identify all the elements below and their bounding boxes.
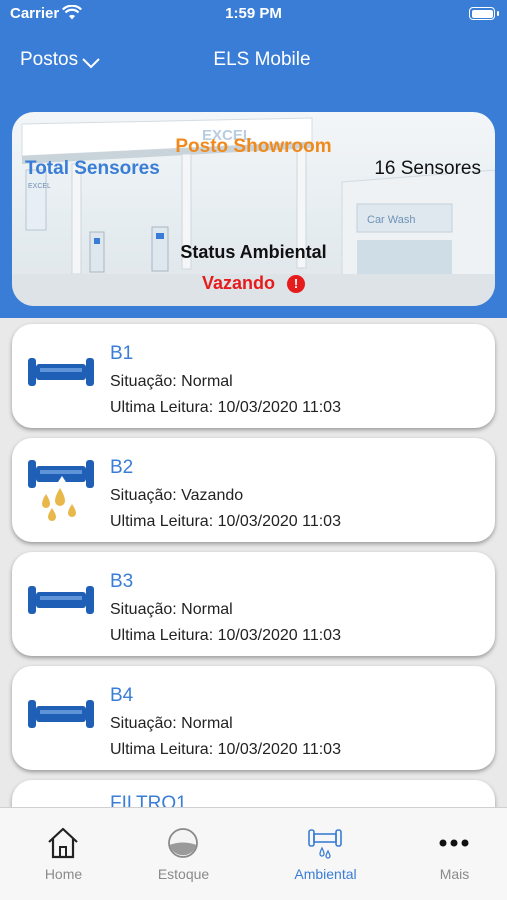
pipe-icon bbox=[28, 700, 94, 728]
tab-ambiental[interactable]: Ambiental bbox=[262, 808, 389, 900]
svg-text:Car Wash: Car Wash bbox=[367, 214, 416, 226]
station-summary-card: EXCEL EXCEL Car Wash Posto Showroom Tota… bbox=[12, 112, 495, 306]
pipe-icon bbox=[28, 586, 94, 614]
sensor-last-reading: Ultima Leitura: 10/03/2020 11:03 bbox=[110, 741, 341, 758]
battery-icon bbox=[469, 7, 499, 20]
tab-mais-label: Mais bbox=[439, 866, 470, 882]
app-header: Carrier 1:59 PM Postos ELS Mobile bbox=[0, 0, 507, 96]
sensor-name: B1 bbox=[110, 343, 134, 364]
sensor-list[interactable]: B1 Situação: Normal Ultima Leitura: 10/0… bbox=[0, 318, 507, 807]
tab-estoque-label: Estoque bbox=[157, 866, 210, 882]
app-title: ELS Mobile bbox=[213, 49, 311, 70]
more-icon bbox=[439, 839, 469, 847]
station-name: Posto Showroom bbox=[175, 136, 332, 157]
pipe-icon bbox=[28, 358, 94, 386]
tab-home[interactable]: Home bbox=[0, 808, 127, 900]
sensor-last-reading: Ultima Leitura: 10/03/2020 11:03 bbox=[110, 399, 341, 416]
tab-estoque[interactable]: Estoque bbox=[120, 808, 247, 900]
sensor-card-filtro1[interactable]: FILTRO1 bbox=[12, 780, 495, 807]
leaking-pipe-icon bbox=[308, 829, 342, 859]
environmental-status-label: Status Ambiental bbox=[180, 242, 327, 262]
alert-icon: ! bbox=[287, 274, 306, 293]
clock: 1:59 PM bbox=[225, 5, 282, 22]
environmental-status-value: Vazando bbox=[201, 273, 276, 293]
sensor-card-b2[interactable]: B2 Situação: Vazando Ultima Leitura: 10/… bbox=[12, 438, 495, 542]
sensor-name: B2 bbox=[110, 457, 134, 478]
sensor-situation: Situação: Normal bbox=[110, 601, 233, 618]
sensor-last-reading: Ultima Leitura: 10/03/2020 11:03 bbox=[110, 513, 341, 530]
sensor-last-reading: Ultima Leitura: 10/03/2020 11:03 bbox=[110, 627, 341, 644]
total-sensors-count: 16 Sensores bbox=[374, 158, 481, 179]
sensor-card-b1[interactable]: B1 Situação: Normal Ultima Leitura: 10/0… bbox=[12, 324, 495, 428]
leaking-pipe-icon bbox=[28, 460, 94, 521]
sensor-card-b4[interactable]: B4 Situação: Normal Ultima Leitura: 10/0… bbox=[12, 666, 495, 770]
status-bar: Carrier 1:59 PM bbox=[0, 0, 507, 30]
sensor-situation: Situação: Normal bbox=[110, 715, 233, 732]
hero-section: EXCEL EXCEL Car Wash Posto Showroom Tota… bbox=[0, 96, 507, 318]
sensor-name: FILTRO1 bbox=[110, 793, 187, 807]
sensor-name: B4 bbox=[110, 685, 134, 706]
tab-mais[interactable]: Mais bbox=[391, 808, 507, 900]
tab-home-label: Home bbox=[44, 866, 83, 882]
sensor-situation: Situação: Vazando bbox=[110, 487, 244, 504]
total-sensors-label: Total Sensores bbox=[25, 158, 160, 179]
sensor-card-b3[interactable]: B3 Situação: Normal Ultima Leitura: 10/0… bbox=[12, 552, 495, 656]
tank-level-icon bbox=[168, 828, 198, 858]
environmental-status: Vazando ! bbox=[12, 273, 495, 294]
home-icon bbox=[48, 827, 78, 859]
sensor-name: B3 bbox=[110, 571, 134, 592]
tab-ambiental-label: Ambiental bbox=[294, 866, 357, 882]
svg-text:EXCEL: EXCEL bbox=[28, 183, 51, 190]
bottom-tab-bar: Home Estoque Ambiental Mais bbox=[0, 807, 507, 900]
sensor-situation: Situação: Normal bbox=[110, 373, 233, 390]
